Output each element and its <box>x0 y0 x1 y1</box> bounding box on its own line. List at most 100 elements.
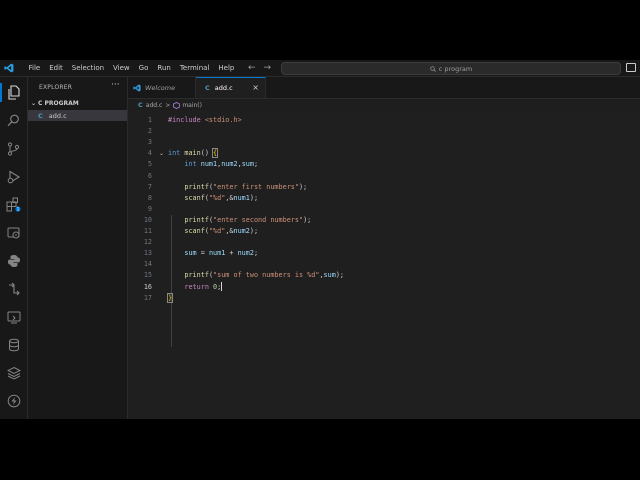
code-line[interactable]: 3 <box>128 137 640 148</box>
navigation-arrows: ← → <box>248 60 271 76</box>
source-control-icon[interactable] <box>5 140 22 157</box>
code-line[interactable]: 10 printf("enter second numbers"); <box>128 215 640 226</box>
menu-go[interactable]: Go <box>134 60 153 76</box>
line-number: 7 <box>147 182 152 191</box>
more-actions-icon[interactable]: ··· <box>111 80 120 90</box>
folder-label: C PROGRAM <box>38 100 79 107</box>
line-number: 15 <box>143 271 152 280</box>
lightning-icon[interactable] <box>5 392 22 409</box>
c-file-icon: C <box>205 84 210 92</box>
tab-welcome[interactable]: Welcome <box>128 77 196 98</box>
menu-selection[interactable]: Selection <box>67 60 108 76</box>
line-number: 8 <box>147 193 152 202</box>
close-icon[interactable]: × <box>252 83 259 92</box>
line-number: 13 <box>143 249 152 258</box>
menu-help[interactable]: Help <box>214 60 239 76</box>
code-line[interactable]: 8 scanf("%d",&num1); <box>128 193 640 204</box>
explorer-icon[interactable] <box>0 83 22 102</box>
code-text: } <box>166 292 174 303</box>
code-line[interactable]: 12 <box>128 237 640 248</box>
line-number: 2 <box>147 127 152 136</box>
folder-c-program[interactable]: ⌄ C PROGRAM <box>31 100 79 107</box>
breadcrumb-separator: > <box>165 101 171 109</box>
file-label: add.c <box>48 111 67 120</box>
code-line[interactable]: 13 sum = num1 + num2; <box>128 248 640 259</box>
code-text: printf("sum of two numbers is %d",sum); <box>184 271 344 280</box>
breadcrumb: C add.c > main() <box>138 100 202 110</box>
code-text: int main() { <box>168 148 219 159</box>
remote-explorer-icon[interactable] <box>5 224 22 241</box>
python-icon[interactable] <box>5 252 22 269</box>
title-bar: File Edit Selection View Go Run Terminal… <box>0 60 640 77</box>
layers-icon[interactable] <box>5 364 22 381</box>
line-number: 10 <box>143 215 152 224</box>
menu-edit[interactable]: Edit <box>45 60 68 76</box>
vscode-logo-icon[interactable] <box>2 60 16 76</box>
editor-tabs: Welcome C add.c × <box>128 77 640 99</box>
svg-text:1: 1 <box>17 207 20 212</box>
code-line[interactable]: 2 <box>128 126 640 137</box>
code-line[interactable]: 9 <box>128 204 640 215</box>
code-line[interactable]: 6 <box>128 171 640 182</box>
tab-welcome-label: Welcome <box>145 83 176 92</box>
code-text: scanf("%d",&num2); <box>184 227 259 235</box>
code-text: #include <stdio.h> <box>168 116 242 124</box>
line-number: 9 <box>147 204 152 213</box>
code-line[interactable]: 16 return 0; <box>128 282 640 293</box>
code-text: scanf("%d",&num1); <box>184 193 259 202</box>
chevron-down-icon: ⌄ <box>31 100 37 107</box>
activity-bar: 1 <box>0 77 28 419</box>
menu-view[interactable]: View <box>109 60 135 76</box>
breadcrumb-symbol[interactable]: main() <box>182 102 202 109</box>
line-number: 5 <box>147 160 152 169</box>
line-number: 4 <box>147 149 152 158</box>
code-text: int num1,num2,sum; <box>184 160 259 169</box>
toggle-layout-icon[interactable] <box>626 63 636 72</box>
function-icon <box>173 101 181 109</box>
menu-file[interactable]: File <box>24 60 45 76</box>
menu-terminal[interactable]: Terminal <box>175 60 214 76</box>
forward-arrow-icon[interactable]: → <box>264 63 272 73</box>
vscode-window: File Edit Selection View Go Run Terminal… <box>0 60 640 419</box>
menu-run[interactable]: Run <box>153 60 175 76</box>
c-file-icon: C <box>38 111 43 120</box>
line-number: 17 <box>143 293 152 302</box>
file-item-add-c[interactable]: C add.c <box>28 110 127 121</box>
line-number: 16 <box>143 282 152 291</box>
fold-chevron-icon[interactable]: ⌄ <box>159 148 164 159</box>
line-number: 11 <box>143 227 152 235</box>
code-line[interactable]: 1 #include <stdio.h> <box>128 115 640 126</box>
code-line[interactable]: 7 printf("enter first numbers"); <box>128 182 640 193</box>
code-text: return 0; <box>184 282 223 291</box>
line-number: 12 <box>143 238 152 247</box>
breadcrumb-file[interactable]: add.c <box>146 102 163 109</box>
line-number: 1 <box>147 116 152 124</box>
line-number: 3 <box>147 138 152 147</box>
code-line[interactable]: 11 scanf("%d",&num2); <box>128 226 640 237</box>
code-editor[interactable]: 1 #include <stdio.h> 2 3 4 ⌄ int main() {5 int… <box>128 110 640 419</box>
tab-add-c-label: add.c <box>214 84 233 92</box>
text-cursor <box>221 282 223 291</box>
search-icon <box>430 65 436 72</box>
flow-icon[interactable] <box>5 280 22 297</box>
code-line[interactable]: 14 <box>128 259 640 270</box>
remote-window-icon[interactable] <box>5 308 22 325</box>
code-line[interactable]: 15 printf("sum of two numbers is %d",sum… <box>128 270 640 281</box>
code-text: printf("enter first numbers"); <box>184 182 308 191</box>
line-number: 14 <box>143 260 152 269</box>
code-line[interactable]: 5 int num1,num2,sum; <box>128 159 640 170</box>
explorer-sidebar: EXPLORER ··· ⌄ C PROGRAM C add.c <box>28 77 128 419</box>
extensions-icon[interactable]: 1 <box>5 196 22 213</box>
database-icon[interactable] <box>5 336 22 353</box>
menu-bar: File Edit Selection View Go Run Terminal… <box>24 60 239 76</box>
run-debug-icon[interactable] <box>5 168 22 185</box>
code-line[interactable]: 17} <box>128 292 640 304</box>
command-center-search[interactable]: c program <box>281 62 621 75</box>
code-text: sum = num1 + num2; <box>184 249 259 258</box>
search-text: c program <box>438 64 473 73</box>
search-icon[interactable] <box>5 112 22 129</box>
tab-add-c[interactable]: C add.c × <box>196 77 266 98</box>
vscode-tab-icon <box>133 83 141 92</box>
code-line[interactable]: 4 ⌄ int main() { <box>128 148 640 159</box>
back-arrow-icon[interactable]: ← <box>248 63 256 73</box>
